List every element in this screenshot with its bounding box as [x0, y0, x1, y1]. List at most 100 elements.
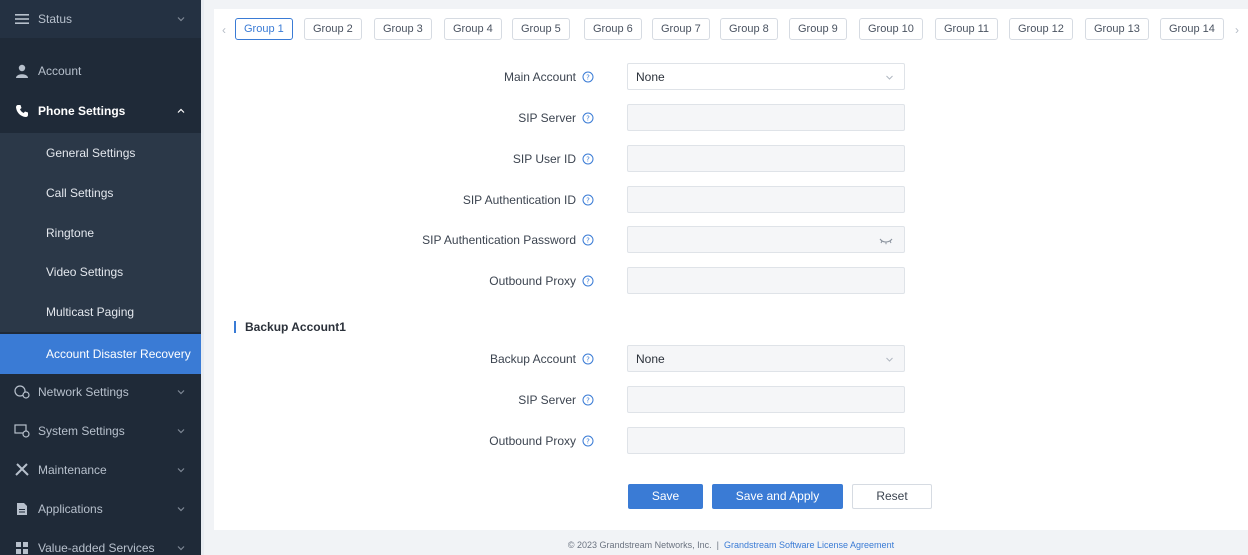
sidebar-sub-call-settings[interactable]: Call Settings	[0, 173, 201, 213]
sidebar-sub-ringtone[interactable]: Ringtone	[0, 213, 201, 253]
phone-icon	[14, 103, 30, 119]
sidebar-item-label: Status	[38, 12, 73, 26]
grid-icon	[14, 540, 30, 555]
sidebar-sub-general-settings[interactable]: General Settings	[0, 133, 201, 173]
help-icon[interactable]: ?	[582, 194, 594, 206]
row-main-account: Main Account ? None	[214, 63, 1248, 91]
help-icon[interactable]: ?	[582, 353, 594, 365]
sip-auth-id-input[interactable]	[627, 186, 905, 213]
tab-group-4[interactable]: Group 4	[444, 18, 502, 40]
reset-button[interactable]: Reset	[852, 484, 932, 509]
tabs-prev-icon[interactable]: ‹	[222, 23, 232, 37]
chevron-down-icon	[177, 507, 185, 512]
chevron-down-icon	[177, 429, 185, 434]
help-icon[interactable]: ?	[582, 153, 594, 165]
sidebar: Status Account Phone Settings General Se…	[0, 0, 204, 555]
help-icon[interactable]: ?	[582, 234, 594, 246]
chevron-down-icon	[886, 75, 893, 80]
row-sip-auth-password: SIP Authentication Password ?	[214, 226, 1248, 254]
sip-user-id-label: SIP User ID	[512, 152, 576, 166]
sidebar-item-system-settings[interactable]: System Settings	[0, 412, 201, 450]
svg-text:?: ?	[586, 356, 590, 364]
backup-sip-server-input[interactable]	[627, 386, 905, 413]
sidebar-item-account[interactable]: Account	[0, 52, 201, 90]
tab-group-12[interactable]: Group 12	[1009, 18, 1073, 40]
sidebar-sub-account-disaster-recovery[interactable]: Account Disaster Recovery	[0, 334, 201, 374]
tools-icon	[14, 462, 30, 478]
tab-group-14[interactable]: Group 14	[1160, 18, 1224, 40]
help-icon[interactable]: ?	[582, 435, 594, 447]
main-account-select[interactable]: None	[627, 63, 905, 90]
tab-group-9[interactable]: Group 9	[789, 18, 847, 40]
sidebar-sub-video-settings[interactable]: Video Settings	[0, 252, 201, 292]
tab-group-2[interactable]: Group 2	[304, 18, 362, 40]
backup-outbound-proxy-input[interactable]	[627, 427, 905, 454]
svg-text:?: ?	[586, 438, 590, 446]
row-sip-user-id: SIP User ID ?	[214, 145, 1248, 173]
sidebar-scrollbar[interactable]	[201, 0, 204, 555]
tab-group-11[interactable]: Group 11	[935, 18, 999, 40]
section-accent-bar	[234, 321, 236, 333]
sip-server-label: SIP Server	[518, 111, 576, 125]
help-icon[interactable]: ?	[582, 394, 594, 406]
sidebar-item-applications[interactable]: Applications	[0, 490, 201, 528]
sidebar-item-status[interactable]: Status	[0, 0, 201, 38]
sidebar-item-label: Applications	[38, 502, 103, 516]
svg-text:?: ?	[586, 156, 590, 164]
list-icon	[14, 11, 30, 27]
backup-outbound-proxy-label: Outbound Proxy	[489, 434, 576, 448]
sidebar-item-label: System Settings	[38, 424, 125, 438]
tab-group-10[interactable]: Group 10	[859, 18, 923, 40]
sidebar-item-label: Maintenance	[38, 463, 107, 477]
outbound-proxy-label: Outbound Proxy	[489, 274, 576, 288]
save-and-apply-button[interactable]: Save and Apply	[712, 484, 843, 509]
svg-text:?: ?	[586, 74, 590, 82]
tab-group-6[interactable]: Group 6	[584, 18, 642, 40]
row-sip-auth-id: SIP Authentication ID ?	[214, 186, 1248, 214]
sip-auth-password-input[interactable]	[627, 226, 905, 253]
row-backup-sip-server: SIP Server ?	[214, 386, 1248, 414]
sidebar-item-network-settings[interactable]: Network Settings	[0, 373, 201, 411]
sidebar-item-label: Phone Settings	[38, 104, 126, 118]
main-panel: ‹ Group 1 Group 2 Group 3 Group 4 Group …	[214, 9, 1248, 530]
sidebar-item-maintenance[interactable]: Maintenance	[0, 451, 201, 489]
row-outbound-proxy: Outbound Proxy ?	[214, 267, 1248, 295]
sip-user-id-input[interactable]	[627, 145, 905, 172]
group-tabs: ‹ Group 1 Group 2 Group 3 Group 4 Group …	[214, 9, 1248, 49]
tabs-next-icon[interactable]: ›	[1235, 23, 1245, 37]
chevron-down-icon	[886, 357, 893, 362]
tab-group-5[interactable]: Group 5	[512, 18, 570, 40]
license-agreement-link[interactable]: Grandstream Software License Agreement	[724, 540, 894, 550]
sidebar-item-label: Account	[38, 64, 82, 78]
outbound-proxy-input[interactable]	[627, 267, 905, 294]
footer: © 2023 Grandstream Networks, Inc. | Gran…	[214, 540, 1248, 555]
help-icon[interactable]: ?	[582, 275, 594, 287]
chevron-down-icon	[177, 468, 185, 473]
row-sip-server: SIP Server ?	[214, 104, 1248, 132]
sidebar-item-label: Value-added Services	[38, 541, 155, 555]
sidebar-sub-multicast-paging[interactable]: Multicast Paging	[0, 292, 201, 332]
tab-group-1[interactable]: Group 1	[235, 18, 293, 40]
chevron-up-icon	[177, 108, 185, 113]
svg-text:?: ?	[586, 278, 590, 286]
backup-account-label: Backup Account	[489, 352, 576, 366]
backup-account-section-title: Backup Account1	[234, 319, 346, 335]
tab-group-3[interactable]: Group 3	[374, 18, 432, 40]
footer-separator: |	[716, 540, 719, 550]
sip-auth-id-label: SIP Authentication ID	[462, 193, 576, 207]
tab-group-13[interactable]: Group 13	[1085, 18, 1149, 40]
svg-text:?: ?	[586, 115, 590, 123]
eye-closed-icon[interactable]	[879, 236, 893, 246]
svg-text:?: ?	[586, 397, 590, 405]
tab-group-7[interactable]: Group 7	[652, 18, 710, 40]
sidebar-item-value-added-services[interactable]: Value-added Services	[0, 529, 201, 555]
user-icon	[14, 63, 30, 79]
help-icon[interactable]: ?	[582, 112, 594, 124]
tab-group-8[interactable]: Group 8	[720, 18, 778, 40]
sidebar-item-phone-settings[interactable]: Phone Settings	[0, 92, 201, 130]
help-icon[interactable]: ?	[582, 71, 594, 83]
sip-auth-password-label: SIP Authentication Password	[422, 233, 576, 247]
sip-server-input[interactable]	[627, 104, 905, 131]
save-button[interactable]: Save	[628, 484, 703, 509]
backup-account-select[interactable]: None	[627, 345, 905, 372]
